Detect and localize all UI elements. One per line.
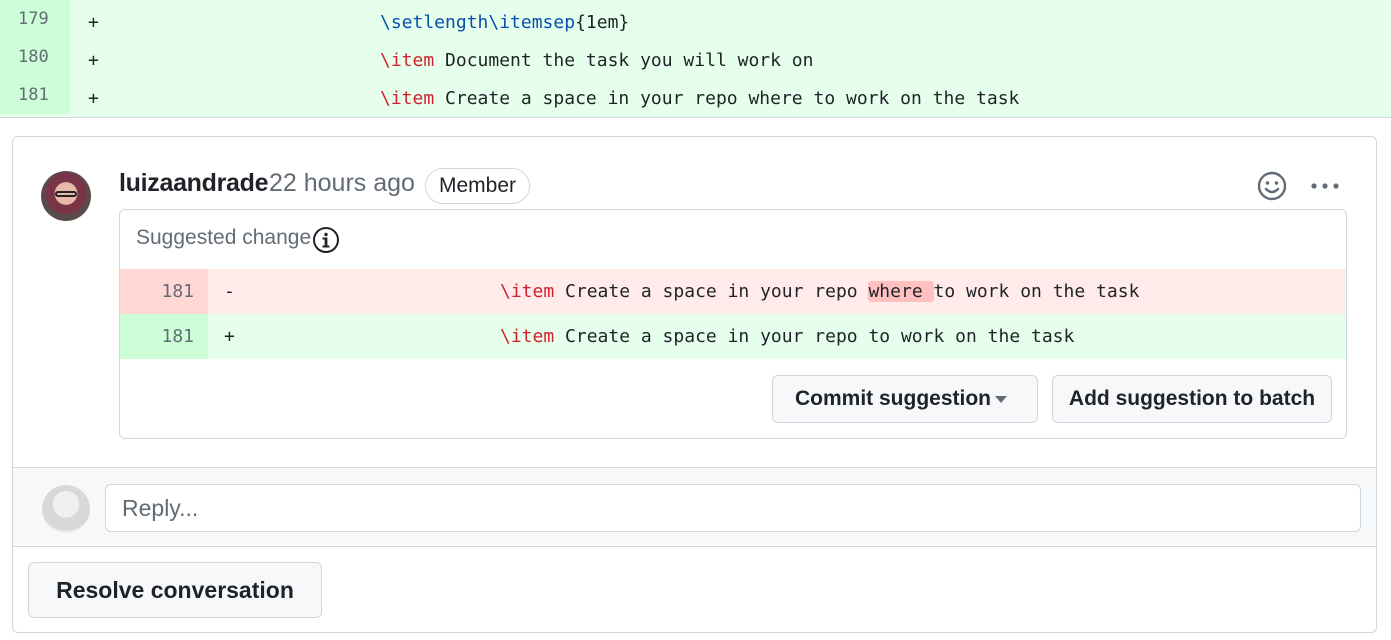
added-line: 181 + \item Create a space in your repo … [120,314,1346,359]
kebab-horizontal-icon[interactable] [1309,170,1341,202]
line-number[interactable]: 179 [0,0,70,38]
member-badge: Member [425,168,531,204]
commit-suggestion-button[interactable]: Commit suggestion [772,375,1038,423]
smiley-icon[interactable] [1256,170,1288,202]
timestamp[interactable]: 22 hours ago [269,169,415,198]
author-name[interactable]: luizaandrade [119,169,269,198]
code-rest: Create a space in your repo to work on t… [554,326,1075,347]
current-user-avatar [42,485,90,533]
reply-area: Reply... [13,467,1376,547]
code-text: \item Create a space in your repo where … [500,269,1139,314]
diff-context: 179 + \setlength\itemsep{1em} 180 + \ite… [0,0,1391,118]
line-number[interactable]: 180 [0,38,70,76]
review-comment-card: luizaandrade 22 hours ago Member Suggest… [12,136,1377,633]
code-text: \item Create a space in your repo to wor… [500,314,1074,359]
code-rest: Document the task you will work on [434,50,814,71]
line-number: 181 [120,269,208,314]
code-keyword: \setlength\itemsep [380,12,576,33]
code-keyword: \item [380,50,435,71]
triangle-down-icon[interactable] [995,396,1007,403]
code-rest: {1em} [575,12,630,33]
code-keyword: \item [380,88,435,109]
line-number[interactable]: 181 [0,76,70,114]
suggested-change-box: Suggested change 181 - \item Create a sp… [119,209,1347,439]
diff-sign: - [224,281,235,302]
diff-line: 181 + \item Create a space in your repo … [0,76,1391,114]
code-after: to work on the task [933,281,1140,302]
code-keyword: \item [500,281,555,302]
diff-sign: + [224,326,235,347]
line-number: 181 [120,314,208,359]
code-keyword: \item [500,326,555,347]
info-icon[interactable] [312,226,340,254]
code-before: Create a space in your repo [554,281,869,302]
author-avatar[interactable] [41,171,91,221]
avatar-glasses [55,191,77,197]
diff-sign: + [88,88,99,109]
code-rest: Create a space in your repo where to wor… [434,88,1020,109]
deleted-line: 181 - \item Create a space in your repo … [120,269,1346,314]
resolve-conversation-button[interactable]: Resolve conversation [28,562,322,618]
deleted-word-highlight: where [868,281,934,302]
add-suggestion-to-batch-button[interactable]: Add suggestion to batch [1052,375,1332,423]
reply-input[interactable]: Reply... [105,484,1361,532]
code-text: \item Create a space in your repo where … [380,76,1019,122]
diff-line: 179 + \setlength\itemsep{1em} [0,0,1391,38]
suggested-change-label: Suggested change [136,226,312,249]
commit-suggestion-label: Commit suggestion [795,387,992,410]
diff-line: 180 + \item Document the task you will w… [0,38,1391,76]
